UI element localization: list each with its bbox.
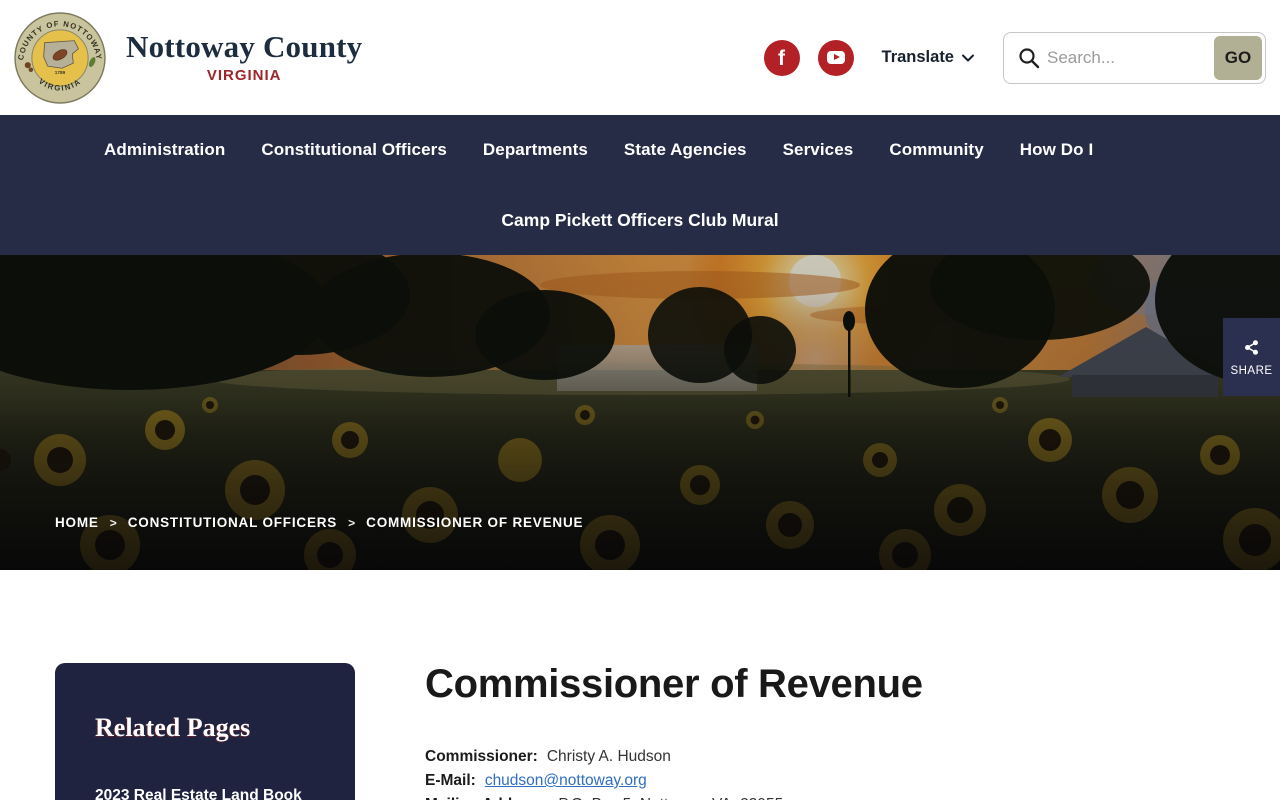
seal-year-text: 1789	[55, 69, 66, 74]
facebook-glyph: f	[778, 47, 786, 70]
hero-banner: SHARE HOME > CONSTITUTIONAL OFFICERS > C…	[0, 255, 1280, 570]
breadcrumb-constitutional-officers[interactable]: CONSTITUTIONAL OFFICERS	[128, 515, 337, 530]
nav-item-administration[interactable]: Administration	[104, 140, 225, 160]
mailing-address-label: Mailing Address:	[425, 796, 549, 800]
related-pages-title: Related Pages	[95, 713, 251, 742]
commissioner-label: Commissioner:	[425, 748, 538, 765]
commissioner-row: Commissioner: Christy A. Hudson	[425, 745, 923, 769]
site-brand[interactable]: COUNTY OF NOTTOWAY VIRGINIA 1789 Nottowa…	[14, 11, 363, 104]
breadcrumb-separator-icon: >	[348, 515, 356, 530]
mailing-address-row: Mailing Address: P.O. Box 5, Nottoway, VA…	[425, 793, 923, 800]
nav-item-camp-pickett-mural[interactable]: Camp Pickett Officers Club Mural	[501, 210, 778, 231]
main-area: Related Pages 2023 Real Estate Land Book…	[0, 663, 1280, 800]
share-icon	[1245, 339, 1258, 355]
translate-label: Translate	[881, 48, 954, 66]
seal-left-ornament-2	[28, 67, 34, 72]
page-title: Commissioner of Revenue	[425, 662, 923, 706]
nav-item-services[interactable]: Services	[783, 140, 854, 160]
search-icon	[1019, 47, 1040, 68]
youtube-play-glyph	[826, 51, 845, 64]
translate-menu[interactable]: Translate	[882, 48, 975, 67]
breadcrumb-separator-icon: >	[109, 515, 117, 530]
chevron-down-icon	[962, 54, 974, 61]
county-seal-icon: COUNTY OF NOTTOWAY VIRGINIA 1789	[14, 11, 106, 104]
commissioner-value: Christy A. Hudson	[546, 748, 671, 765]
share-label: SHARE	[1230, 364, 1273, 377]
related-pages-panel: Related Pages 2023 Real Estate Land Book	[55, 663, 355, 800]
page: COUNTY OF NOTTOWAY VIRGINIA 1789 Nottowa…	[0, 0, 1280, 800]
page-content: Commissioner of Revenue Commissioner: Chr…	[425, 663, 923, 800]
nav-item-how-do-i[interactable]: How Do I	[1020, 140, 1094, 160]
related-page-link-2023-land-book[interactable]: 2023 Real Estate Land Book	[95, 787, 315, 800]
secondary-nav-row: Camp Pickett Officers Club Mural	[0, 185, 1280, 255]
site-subtitle: VIRGINIA	[206, 66, 282, 84]
nav-item-departments[interactable]: Departments	[483, 140, 588, 160]
main-navigation: Administration Constitutional Officers D…	[0, 115, 1280, 255]
mailing-address-value: P.O. Box 5, Nottoway, VA, 23955	[558, 796, 783, 800]
site-header: COUNTY OF NOTTOWAY VIRGINIA 1789 Nottowa…	[0, 0, 1280, 115]
search-input[interactable]	[1041, 47, 1211, 68]
nav-item-constitutional-officers[interactable]: Constitutional Officers	[261, 140, 447, 160]
facebook-icon[interactable]: f	[763, 39, 800, 76]
seal-left-ornament	[24, 61, 31, 68]
youtube-icon[interactable]	[817, 39, 854, 76]
breadcrumb-home[interactable]: HOME	[55, 515, 99, 530]
email-label: E-Mail:	[425, 772, 476, 789]
nav-item-state-agencies[interactable]: State Agencies	[624, 140, 747, 160]
primary-nav-row: Administration Constitutional Officers D…	[0, 115, 1280, 185]
breadcrumb-commissioner-of-revenue[interactable]: COMMISSIONER OF REVENUE	[366, 515, 583, 530]
header-utilities: f Translate GO	[763, 31, 1266, 84]
search-box: GO	[1003, 31, 1266, 84]
email-link[interactable]: chudson@nottoway.org	[485, 772, 647, 789]
share-button[interactable]: SHARE	[1223, 318, 1280, 396]
breadcrumb: HOME > CONSTITUTIONAL OFFICERS > COMMISS…	[55, 515, 583, 530]
site-title: Nottoway County	[126, 29, 363, 65]
search-go-button[interactable]: GO	[1214, 35, 1262, 80]
nav-item-community[interactable]: Community	[889, 140, 983, 160]
email-row: E-Mail: chudson@nottoway.org	[425, 769, 923, 793]
